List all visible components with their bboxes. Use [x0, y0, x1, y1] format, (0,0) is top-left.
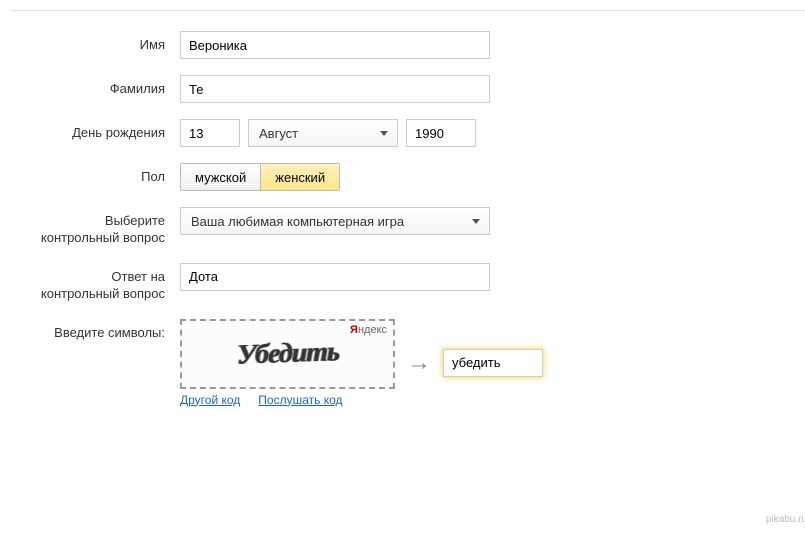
- captcha-listen-link[interactable]: Послушать код: [258, 393, 342, 407]
- captcha-box: Яндекс Убедить Другой код Послушать код: [180, 319, 395, 407]
- label-security-answer: Ответ на контрольный вопрос: [40, 263, 180, 303]
- label-security-question: Выберите контрольный вопрос: [40, 207, 180, 247]
- gender-male-button[interactable]: мужской: [181, 164, 260, 190]
- row-security-question: Выберите контрольный вопрос Ваша любимая…: [40, 207, 785, 247]
- registration-form: Имя Фамилия День рождения Август Пол муж…: [10, 10, 805, 500]
- birthday-year-input[interactable]: [406, 119, 476, 147]
- birthday-month-select[interactable]: Август: [248, 119, 398, 147]
- row-security-answer: Ответ на контрольный вопрос: [40, 263, 785, 303]
- label-captcha: Введите символы:: [40, 319, 180, 342]
- label-gender: Пол: [40, 163, 180, 186]
- captcha-input[interactable]: [443, 349, 543, 377]
- label-birthday: День рождения: [40, 119, 180, 142]
- captcha-brand: Яндекс: [350, 324, 387, 336]
- arrow-right-icon: →: [407, 349, 431, 377]
- birthday-month-value: Август: [259, 126, 298, 141]
- watermark: pikabu.ru: [766, 514, 805, 525]
- gender-toggle: мужской женский: [180, 163, 340, 191]
- row-first-name: Имя: [40, 31, 785, 59]
- captcha-word: Убедить: [237, 336, 339, 372]
- security-question-value: Ваша любимая компьютерная игра: [191, 214, 404, 229]
- captcha-image: Яндекс Убедить: [180, 319, 395, 389]
- security-question-select[interactable]: Ваша любимая компьютерная игра: [180, 207, 490, 235]
- label-last-name: Фамилия: [40, 75, 180, 98]
- row-captcha: Введите символы: Яндекс Убедить Другой к…: [40, 319, 785, 407]
- label-first-name: Имя: [40, 31, 180, 54]
- row-gender: Пол мужской женский: [40, 163, 785, 191]
- captcha-links: Другой код Послушать код: [180, 393, 395, 407]
- first-name-input[interactable]: [180, 31, 490, 59]
- last-name-input[interactable]: [180, 75, 490, 103]
- birthday-day-input[interactable]: [180, 119, 240, 147]
- gender-female-button[interactable]: женский: [260, 164, 339, 190]
- row-birthday: День рождения Август: [40, 119, 785, 147]
- captcha-new-code-link[interactable]: Другой код: [180, 393, 240, 407]
- row-last-name: Фамилия: [40, 75, 785, 103]
- security-answer-input[interactable]: [180, 263, 490, 291]
